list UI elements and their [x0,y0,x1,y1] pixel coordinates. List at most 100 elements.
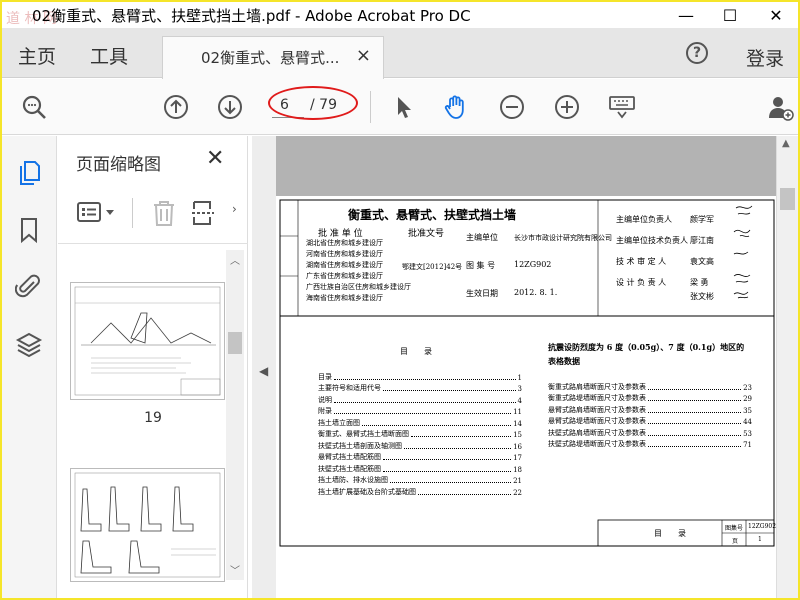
toc-entry-page: 53 [743,429,752,438]
main-unit-label: 主编单位 [466,233,498,242]
panel-toolbar: › [58,184,248,244]
toc-entry-page: 22 [513,488,522,497]
panel-collapse-handle[interactable]: ◀ [252,136,276,598]
toc-entry: 扶壁式路堤墙断面尺寸及参数表 71 [548,438,752,449]
toc-entry-text: 附录 [318,407,332,415]
panel-scroll-thumb[interactable] [228,332,242,354]
toc-leader-dots [648,434,742,436]
signature-3 [733,251,749,255]
toc-leader-dots [411,436,512,437]
document-view[interactable]: 衡重式、悬臂式、扶壁式挡土墙 批 准 单 位 批准文号 湖北省住房和城乡建设厅 … [276,136,777,598]
toc-entry: 悬臂式路肩墙断面尺寸及参数表 35 [548,403,752,415]
toc-entry: 目录 1 [318,370,522,382]
toc-entry-text: 挡土墙防、排水设施图 [318,476,388,484]
document-tab-close-button[interactable]: × [356,45,371,66]
footer-atlas-no: 12ZG902 [748,523,777,530]
acrobat-window: 道 林 网 02衡重式、悬臂式、扶壁式挡土墙.pdf - Adobe Acrob… [0,0,800,600]
page-up-icon[interactable] [162,93,190,121]
toc-leader-dots [404,447,512,449]
toc-entry-page: 35 [743,406,752,415]
hand-tool-icon[interactable] [442,93,470,121]
minimize-button[interactable]: — [664,2,708,28]
footer-page: 1 [758,536,762,543]
zoom-out-icon[interactable] [498,93,526,121]
menu-tab-bar: 主页 工具 02衡重式、悬臂式... × ? 登录 [2,28,798,79]
toc-leader-dots [390,482,512,483]
page-thumbnail-19[interactable] [70,282,225,400]
home-menu[interactable]: 主页 [18,42,56,69]
toc-leader-dots [383,470,512,472]
toc-entry-text: 挡土墙扩展基础及台阶式基础图 [318,487,416,496]
toc-entry-text: 目录 [318,372,332,381]
bookmark-icon[interactable] [15,216,43,244]
toc-leader-dots [383,390,516,391]
staff-name: 颜学军 [690,215,714,224]
extract-page-icon[interactable] [190,198,220,228]
footer-atlas-label: 图集号 [725,525,744,532]
toc-entry-text: 扶壁式路堤墙断面尺寸及参数表 [548,440,646,448]
zoom-search-icon[interactable] [20,93,48,121]
page-number-highlight-annotation [268,86,358,120]
page-down-icon[interactable] [216,93,244,121]
toc-entry: 说明 4 [318,393,522,405]
thumbnail-options-icon[interactable] [76,200,120,226]
layers-icon[interactable] [15,330,43,358]
toc-entry-page: 15 [513,431,522,439]
signature-4 [733,274,751,283]
toc-entry: 主要符号和适用代号 3 [318,382,522,393]
toc-entry-page: 16 [513,442,522,451]
collapse-arrow-icon[interactable]: ◀ [259,364,268,378]
approve-unit: 河南省住房和城乡建设厅 [306,250,383,258]
toc-leader-dots [648,446,742,447]
toc-entry-text: 扶壁式挡土墙配筋图 [318,464,381,473]
seismic-title-1: 抗震设防烈度为 6 度（0.05g）、7 度（0.1g）地区的 [548,342,745,352]
toc-entry: 悬臂式路堤墙断面尺寸及参数表 44 [548,415,752,426]
toc-leader-dots [334,378,516,380]
staff-role: 主编单位负责人 [616,215,672,224]
doc-title: 衡重式、悬臂式、扶壁式挡土墙 [348,208,517,222]
thumbnail-drawing [74,286,221,396]
signature-5 [733,291,749,299]
toc-entry-text: 主要符号和适用代号 [318,384,381,392]
help-icon[interactable]: ? [686,42,708,64]
doc-scroll-up-icon[interactable]: ▲ [782,138,790,149]
login-button[interactable]: 登录 [746,44,784,71]
approve-doc-no: 鄂建文[2012]42号 [402,263,463,271]
approve-units-list: 湖北省住房和城乡建设厅 河南省住房和城乡建设厅 湖南省住房和城乡建设厅 广东省住… [306,238,411,304]
staff-name: 张文彬 [690,292,714,301]
tools-menu[interactable]: 工具 [90,42,128,69]
page-thumbnails-panel: 页面缩略图 ✕ › 19 ︿ ﹀ [58,136,248,598]
page-thumbnails-icon[interactable] [15,158,43,186]
page-thumbnail-next[interactable] [70,468,225,582]
keyboard-icon[interactable] [608,93,636,121]
document-tab[interactable]: 02衡重式、悬臂式... × [162,36,384,79]
scroll-up-arrow-icon[interactable]: ︿ [230,252,240,267]
maximize-button[interactable]: ☐ [708,2,752,28]
main-unit: 长沙市市政设计研究院有限公司 [514,234,612,242]
close-window-button[interactable]: ✕ [754,2,798,28]
panel-title: 页面缩略图 [76,155,161,175]
toc-leader-dots [648,388,742,390]
thumbnail-drawing [74,472,221,578]
delete-page-icon[interactable] [150,198,178,228]
zoom-in-icon[interactable] [553,93,581,121]
toc-entry-page: 17 [513,454,522,462]
panel-scrollbar[interactable]: ︿ ﹀ [226,250,244,580]
effective-label: 生效日期 [466,289,498,298]
panel-more-icon[interactable]: › [232,202,237,216]
seismic-title-2: 表格数据 [548,356,580,366]
document-scrollbar[interactable]: ▲ [776,136,798,598]
panel-close-button[interactable]: ✕ [206,146,224,171]
toc-entry-text: 挡土墙立面图 [318,418,360,427]
toc-entry: 扶壁式挡土墙配筋图 18 [318,462,522,474]
scroll-down-arrow-icon[interactable]: ﹀ [230,562,240,577]
toc-leader-dots [362,424,512,426]
toc-entry: 悬臂式挡土墙配筋图 17 [318,451,522,462]
attachment-icon[interactable] [15,272,43,300]
document-scroll-thumb[interactable] [780,188,795,210]
toc-entry-text: 衡重式、悬臂式挡土墙断面图 [318,430,409,438]
document-tab-label: 02衡重式、悬臂式... [201,49,340,67]
add-user-icon[interactable] [766,93,794,121]
select-cursor-icon[interactable] [390,93,418,121]
toc-entry-page: 44 [743,418,752,426]
